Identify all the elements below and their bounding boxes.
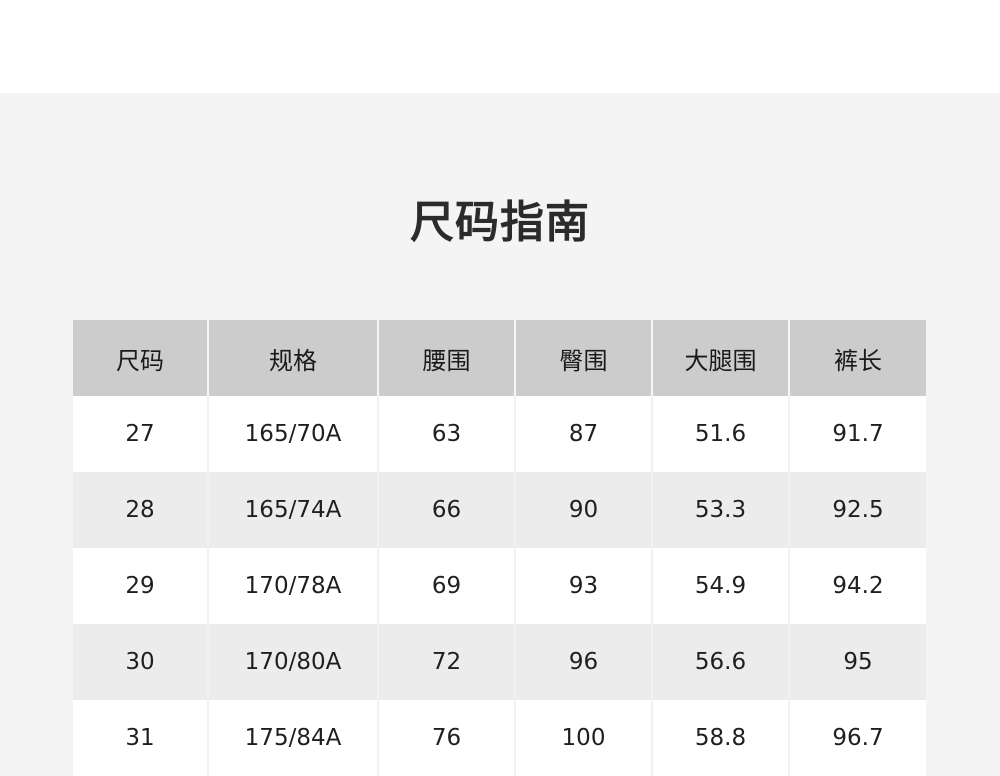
cell-hip: 90: [514, 472, 652, 548]
cell-waist: 63: [377, 396, 515, 472]
table-row: 28 165/74A 66 90 53.3 92.5: [73, 472, 926, 548]
cell-spec: 165/74A: [207, 472, 378, 548]
cell-thigh: 53.3: [651, 472, 789, 548]
cell-size: 30: [73, 624, 208, 700]
cell-size: 27: [73, 396, 208, 472]
cell-spec: 170/78A: [207, 548, 378, 624]
header-size: 尺码: [73, 320, 208, 396]
table-row: 29 170/78A 69 93 54.9 94.2: [73, 548, 926, 624]
cell-length: 92.5: [788, 472, 926, 548]
header-hip: 臀围: [514, 320, 652, 396]
cell-size: 31: [73, 700, 208, 776]
top-band: [0, 0, 1000, 93]
cell-spec: 165/70A: [207, 396, 378, 472]
cell-waist: 76: [377, 700, 515, 776]
cell-thigh: 58.8: [651, 700, 789, 776]
page-title: 尺码指南: [410, 197, 590, 248]
cell-hip: 93: [514, 548, 652, 624]
cell-size: 28: [73, 472, 208, 548]
table-row: 31 175/84A 76 100 58.8 96.7: [73, 700, 926, 776]
cell-spec: 170/80A: [207, 624, 378, 700]
cell-waist: 69: [377, 548, 515, 624]
header-waist: 腰围: [377, 320, 515, 396]
header-spec: 规格: [207, 320, 378, 396]
header-thigh: 大腿围: [651, 320, 789, 396]
cell-hip: 96: [514, 624, 652, 700]
size-table: 尺码 规格 腰围 臀围 大腿围 裤长 27 165/70A 63 87 51.6…: [73, 320, 926, 776]
table-row: 27 165/70A 63 87 51.6 91.7: [73, 396, 926, 472]
cell-length: 91.7: [788, 396, 926, 472]
cell-thigh: 54.9: [651, 548, 789, 624]
cell-thigh: 51.6: [651, 396, 789, 472]
table-row: 30 170/80A 72 96 56.6 95: [73, 624, 926, 700]
cell-hip: 100: [514, 700, 652, 776]
cell-length: 95: [788, 624, 926, 700]
cell-length: 96.7: [788, 700, 926, 776]
cell-size: 29: [73, 548, 208, 624]
cell-waist: 72: [377, 624, 515, 700]
cell-thigh: 56.6: [651, 624, 789, 700]
header-length: 裤长: [788, 320, 926, 396]
cell-spec: 175/84A: [207, 700, 378, 776]
table-header-row: 尺码 规格 腰围 臀围 大腿围 裤长: [73, 320, 926, 396]
cell-hip: 87: [514, 396, 652, 472]
cell-waist: 66: [377, 472, 515, 548]
cell-length: 94.2: [788, 548, 926, 624]
